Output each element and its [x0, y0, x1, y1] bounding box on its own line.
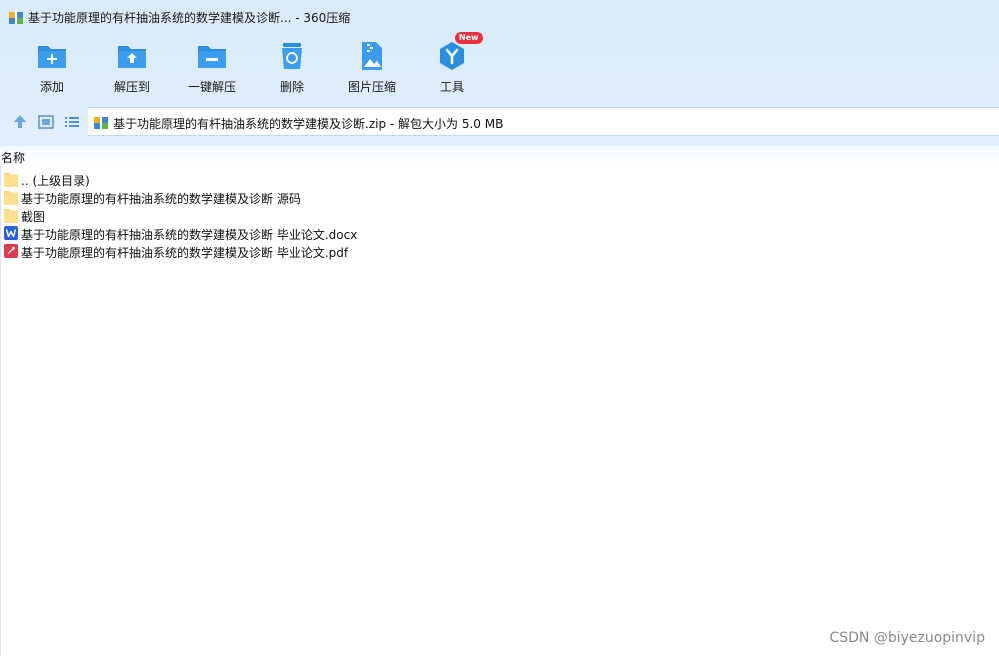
file-name: 基于功能原理的有杆抽油系统的数学建模及诊断 毕业论文.pdf — [21, 246, 349, 260]
list-item[interactable]: 基于功能原理的有杆抽油系统的数学建模及诊断 毕业论文.pdf — [0, 242, 999, 260]
file-rows: .. (上级目录) 基于功能原理的有杆抽油系统的数学建模及诊断 源码 截图 基于… — [0, 170, 999, 260]
extract-to-label: 解压到 — [113, 80, 150, 94]
tools-icon — [440, 42, 464, 70]
add-label: 添加 — [39, 80, 64, 94]
list-view-icon[interactable] — [63, 113, 81, 131]
address-path: 基于功能原理的有杆抽油系统的数学建模及诊断.zip - 解包大小为 5.0 MB — [113, 117, 504, 131]
folder-icon — [4, 209, 18, 223]
app-window: 基于功能原理的有杆抽油系统的数学建模及诊断... - 360压缩 添加 解压到 — [0, 0, 999, 656]
new-badge: New — [455, 32, 483, 44]
file-name: 基于功能原理的有杆抽油系统的数学建模及诊断 毕业论文.docx — [21, 228, 358, 242]
list-item[interactable]: 截图 — [0, 206, 999, 224]
address-bar[interactable]: 基于功能原理的有杆抽油系统的数学建模及诊断.zip - 解包大小为 5.0 MB — [88, 107, 999, 136]
file-name: 基于功能原理的有杆抽油系统的数学建模及诊断 源码 — [21, 192, 301, 206]
one-click-extract-button[interactable]: 一键解压 — [172, 36, 252, 98]
delete-label: 删除 — [279, 80, 304, 94]
add-folder-icon — [38, 46, 66, 68]
delete-button[interactable]: 删除 — [252, 36, 332, 98]
image-compress-icon — [362, 42, 382, 70]
column-header[interactable]: 名称 — [0, 146, 999, 166]
recycle-bin-icon — [282, 43, 302, 69]
title-bar: 基于功能原理的有杆抽油系统的数学建模及诊断... - 360压缩 — [0, 0, 999, 34]
tools-button[interactable]: New 工具 — [412, 32, 492, 98]
image-compress-label: 图片压缩 — [347, 80, 396, 94]
one-click-extract-icon — [198, 46, 226, 68]
list-item[interactable]: 基于功能原理的有杆抽油系统的数学建模及诊断 毕业论文.docx — [0, 224, 999, 242]
window-title: 基于功能原理的有杆抽油系统的数学建模及诊断... - 360压缩 — [28, 11, 351, 25]
watermark: CSDN @biyezuopinvip — [829, 630, 985, 646]
one-click-extract-label: 一键解压 — [187, 80, 236, 94]
add-button[interactable]: 添加 — [12, 36, 92, 98]
column-name-label: 名称 — [1, 151, 26, 165]
file-name: 截图 — [21, 210, 46, 224]
list-item[interactable]: 基于功能原理的有杆抽油系统的数学建模及诊断 源码 — [0, 188, 999, 206]
list-item[interactable]: .. (上级目录) — [0, 170, 999, 188]
folder-icon — [4, 191, 18, 205]
archive-icon — [9, 10, 23, 24]
folder-icon — [4, 173, 18, 187]
main-toolbar: 添加 解压到 一键解压 删除 图片压缩 New 工具 — [12, 32, 492, 98]
pdf-document-icon — [4, 244, 18, 258]
word-document-icon — [4, 226, 18, 240]
file-list: 名称 .. (上级目录) 基于功能原理的有杆抽油系统的数学建模及诊断 源码 截图… — [0, 146, 999, 656]
extract-to-icon — [118, 46, 146, 68]
tools-label: 工具 — [439, 80, 464, 94]
archive-icon — [94, 115, 108, 129]
image-compress-button[interactable]: 图片压缩 — [332, 36, 412, 98]
thumbnail-view-icon[interactable] — [37, 113, 55, 131]
file-name: .. (上级目录) — [21, 174, 90, 188]
up-arrow-icon[interactable] — [11, 113, 29, 131]
extract-to-button[interactable]: 解压到 — [92, 36, 172, 98]
